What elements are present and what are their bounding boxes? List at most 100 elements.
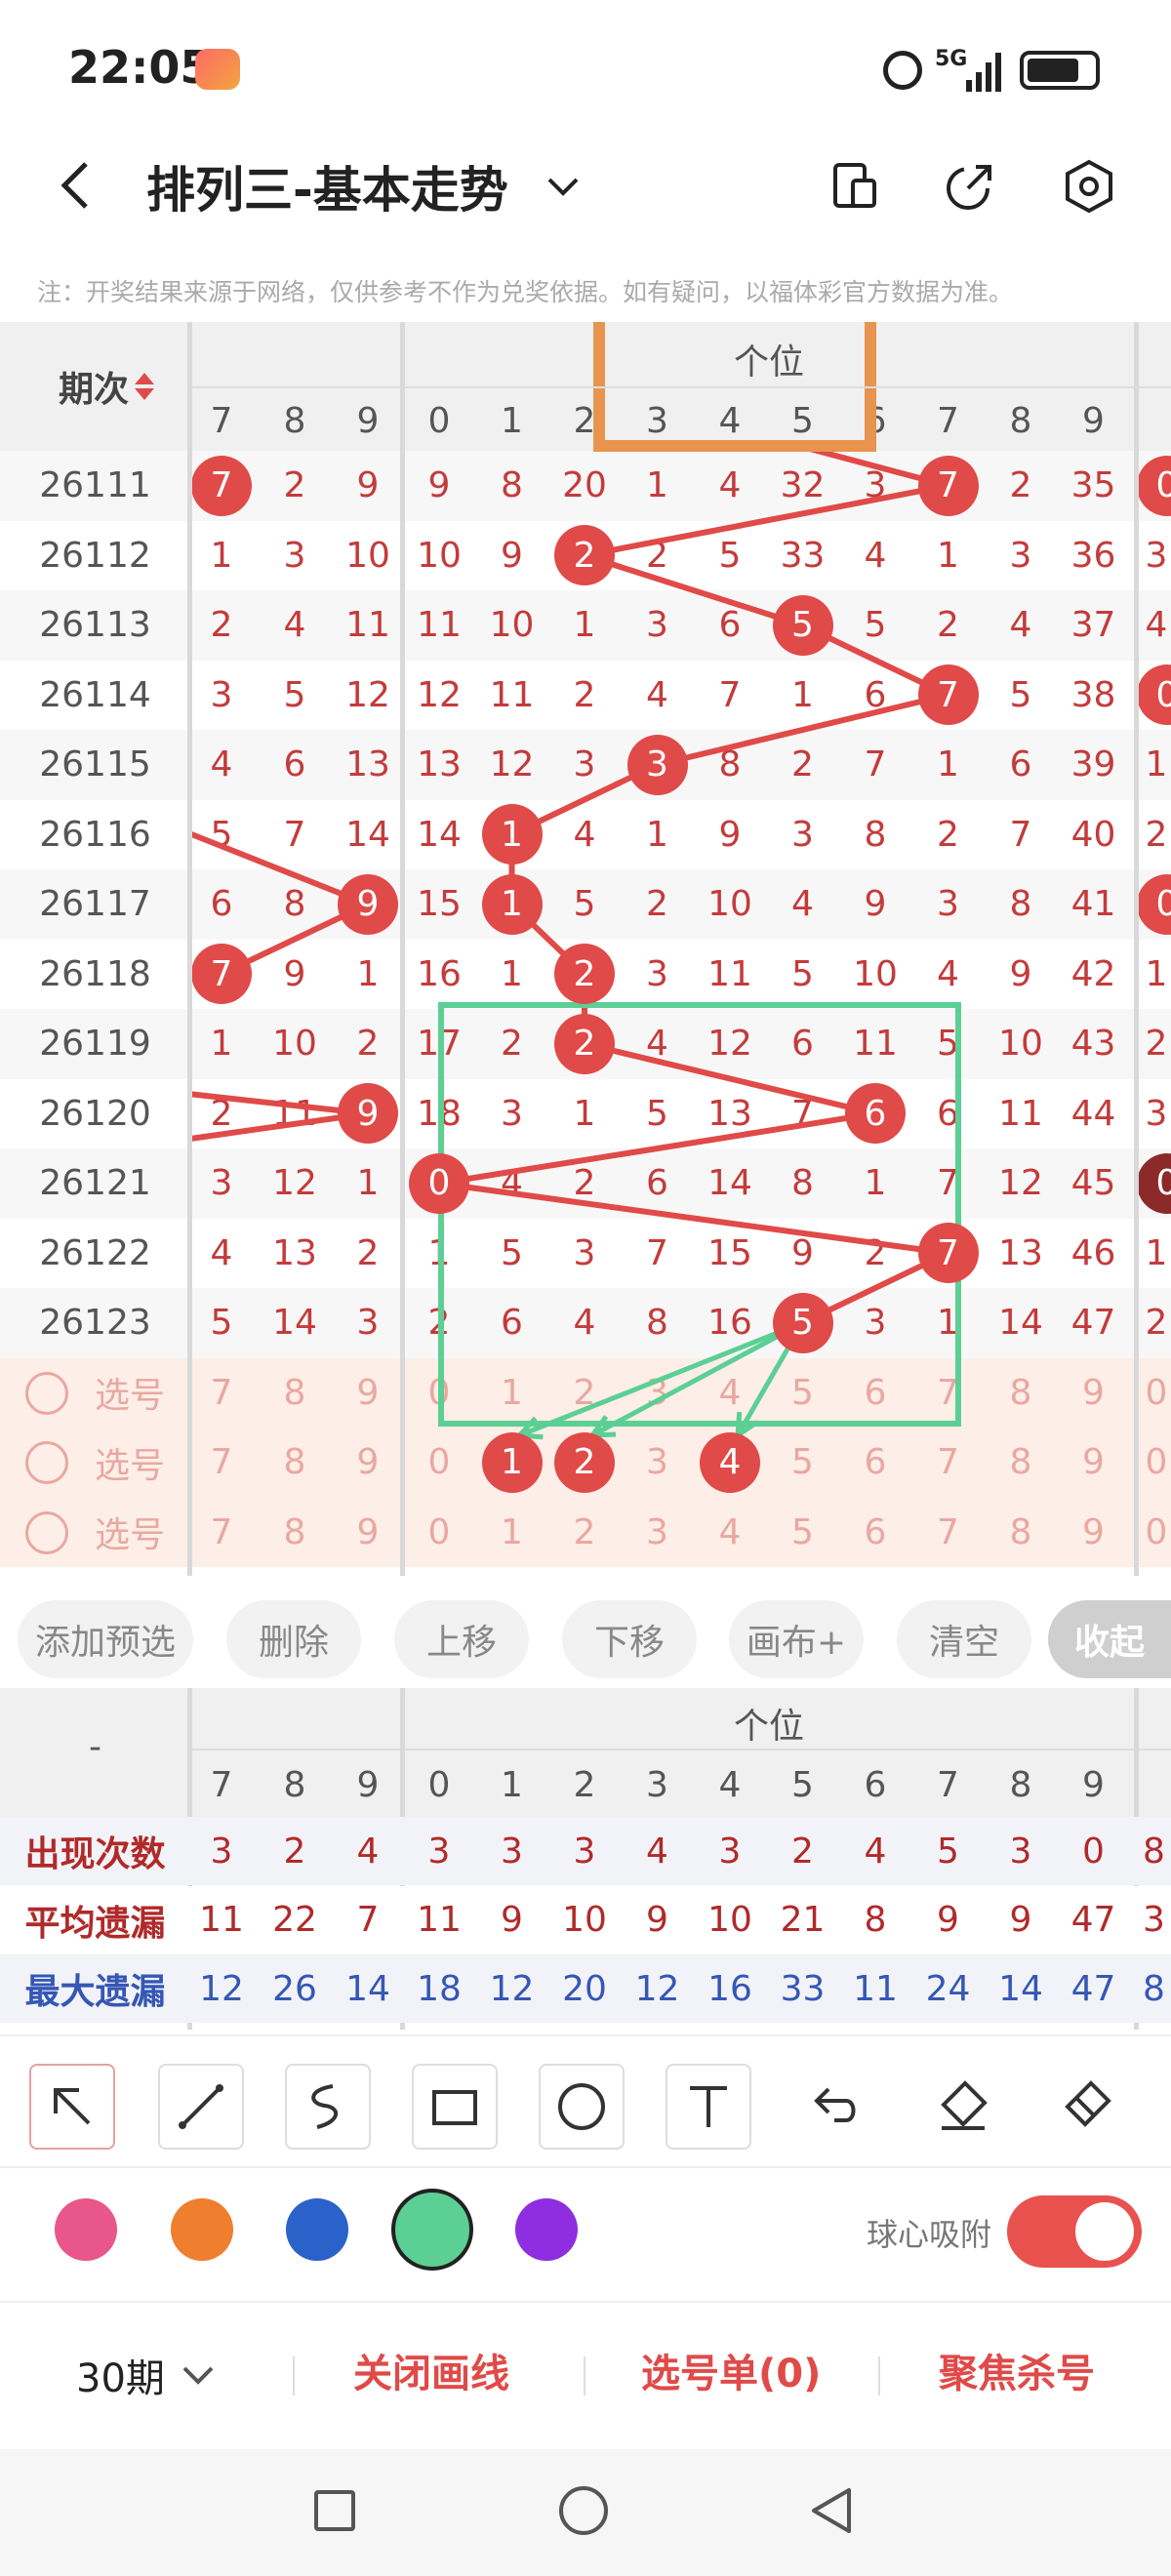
line-icon[interactable]: [158, 2064, 244, 2150]
select-label[interactable]: 选号: [86, 1428, 174, 1498]
select-cell[interactable]: 9: [1058, 1498, 1130, 1568]
period-select[interactable]: 30期: [76, 2347, 218, 2403]
selection-list-button[interactable]: 选号单(0): [641, 2342, 821, 2398]
select-cell[interactable]: 8: [259, 1358, 331, 1429]
arrow-icon[interactable]: [29, 2064, 115, 2150]
sort-icon[interactable]: [135, 373, 155, 400]
ones-cell: 8: [791, 1163, 814, 1204]
circle-icon[interactable]: [539, 2064, 625, 2150]
select-edge-cell[interactable]: 0: [1137, 1358, 1171, 1429]
eraser-icon[interactable]: [932, 2075, 994, 2138]
back-icon[interactable]: [49, 156, 107, 215]
select-cell[interactable]: 8: [985, 1358, 1057, 1429]
select-cell[interactable]: 6: [839, 1358, 911, 1429]
freehand-icon[interactable]: [285, 2064, 371, 2150]
left-cell: 2: [210, 1093, 233, 1134]
back-nav-icon[interactable]: [808, 2486, 857, 2535]
chevron-down-icon[interactable]: [542, 166, 585, 209]
select-cell[interactable]: 7: [185, 1358, 258, 1429]
select-cell[interactable]: 6: [839, 1498, 911, 1568]
select-cell[interactable]: 7: [185, 1498, 258, 1568]
edge-cell: 2: [1145, 1303, 1168, 1344]
select-cell[interactable]: 9: [1058, 1428, 1130, 1498]
select-cell[interactable]: 7: [912, 1428, 985, 1498]
select-edge-cell[interactable]: 0: [1137, 1428, 1171, 1498]
period-header[interactable]: 期次: [59, 361, 155, 412]
select-cell[interactable]: 9: [332, 1428, 404, 1498]
action-button[interactable]: 收起: [1048, 1600, 1171, 1678]
color-swatch[interactable]: [55, 2198, 117, 2261]
undo-icon[interactable]: [805, 2075, 868, 2138]
snap-toggle-knob: [1075, 2202, 1134, 2261]
column-header: 1: [501, 400, 523, 441]
selected-ball[interactable]: 2: [554, 1431, 615, 1493]
page-title[interactable]: 排列三-基本走势: [146, 151, 508, 221]
select-cell[interactable]: 9: [332, 1358, 404, 1429]
select-cell[interactable]: 1: [476, 1498, 548, 1568]
select-radio[interactable]: [25, 1510, 68, 1554]
color-swatch[interactable]: [286, 2198, 348, 2261]
ones-cell: 8: [718, 745, 742, 785]
selected-ball[interactable]: 4: [700, 1431, 760, 1493]
select-cell[interactable]: 2: [548, 1498, 621, 1568]
close-drawing-button[interactable]: 关闭画线: [353, 2342, 509, 2398]
select-cell[interactable]: 8: [259, 1498, 331, 1568]
action-button[interactable]: 上移: [394, 1600, 529, 1678]
action-button[interactable]: 删除: [226, 1600, 361, 1678]
select-cell[interactable]: 8: [259, 1428, 331, 1498]
ones-cell: 13: [707, 1093, 752, 1134]
ones-cell: 10: [853, 953, 898, 994]
select-cell[interactable]: 4: [694, 1498, 766, 1568]
select-cell[interactable]: 6: [839, 1428, 911, 1498]
select-cell[interactable]: 3: [622, 1358, 694, 1429]
select-cell[interactable]: 2: [548, 1358, 621, 1429]
select-cell[interactable]: 0: [403, 1358, 475, 1429]
select-cell[interactable]: 3: [622, 1498, 694, 1568]
select-cell[interactable]: 5: [767, 1358, 839, 1429]
select-cell[interactable]: 0: [403, 1498, 475, 1568]
select-cell[interactable]: 0: [403, 1428, 475, 1498]
select-cell[interactable]: 7: [912, 1358, 985, 1429]
text-icon[interactable]: [666, 2064, 751, 2150]
snap-toggle[interactable]: [1007, 2195, 1142, 2268]
select-cell[interactable]: 4: [694, 1358, 766, 1429]
select-cell[interactable]: 5: [767, 1428, 839, 1498]
recent-apps-icon[interactable]: [314, 2490, 355, 2531]
select-cell[interactable]: 1: [476, 1358, 548, 1429]
stats-cell: 3: [573, 1831, 596, 1872]
select-cell[interactable]: 7: [185, 1428, 258, 1498]
settings-icon[interactable]: [1062, 159, 1116, 214]
select-cell[interactable]: 9: [332, 1498, 404, 1568]
color-swatch[interactable]: [391, 2189, 473, 2271]
action-button[interactable]: 画布+: [729, 1600, 864, 1678]
action-button[interactable]: 添加预选: [18, 1600, 193, 1678]
select-cell[interactable]: 3: [622, 1428, 694, 1498]
color-swatch[interactable]: [171, 2198, 233, 2261]
share-icon[interactable]: [945, 161, 995, 212]
ones-cell: 11: [417, 605, 462, 646]
rectangle-icon-glyph: [432, 2090, 477, 2125]
select-radio[interactable]: [25, 1441, 68, 1484]
ones-cell: 2: [501, 1024, 523, 1065]
selected-ball[interactable]: 1: [481, 1431, 543, 1493]
phone-layout-icon[interactable]: [831, 161, 880, 210]
clear-brush-icon[interactable]: [1056, 2075, 1118, 2138]
select-cell[interactable]: 5: [767, 1498, 839, 1568]
select-cell[interactable]: 8: [985, 1498, 1057, 1568]
action-button[interactable]: 下移: [562, 1600, 697, 1678]
select-label[interactable]: 选号: [86, 1498, 174, 1568]
select-label[interactable]: 选号: [86, 1358, 174, 1429]
color-swatch[interactable]: [515, 2198, 578, 2261]
action-button[interactable]: 清空: [897, 1600, 1031, 1678]
select-edge-cell[interactable]: 0: [1137, 1498, 1171, 1568]
select-cell[interactable]: 7: [912, 1498, 985, 1568]
select-radio[interactable]: [25, 1371, 68, 1415]
ones-cell: 45: [1070, 1163, 1116, 1204]
select-cell[interactable]: 8: [985, 1428, 1057, 1498]
select-cell[interactable]: 9: [1058, 1358, 1130, 1429]
home-icon[interactable]: [559, 2486, 608, 2535]
ones-cell: 36: [1070, 535, 1116, 576]
focus-kill-button[interactable]: 聚焦杀号: [939, 2342, 1095, 2398]
rectangle-icon[interactable]: [412, 2064, 498, 2150]
stats-cell: 9: [937, 1900, 959, 1940]
